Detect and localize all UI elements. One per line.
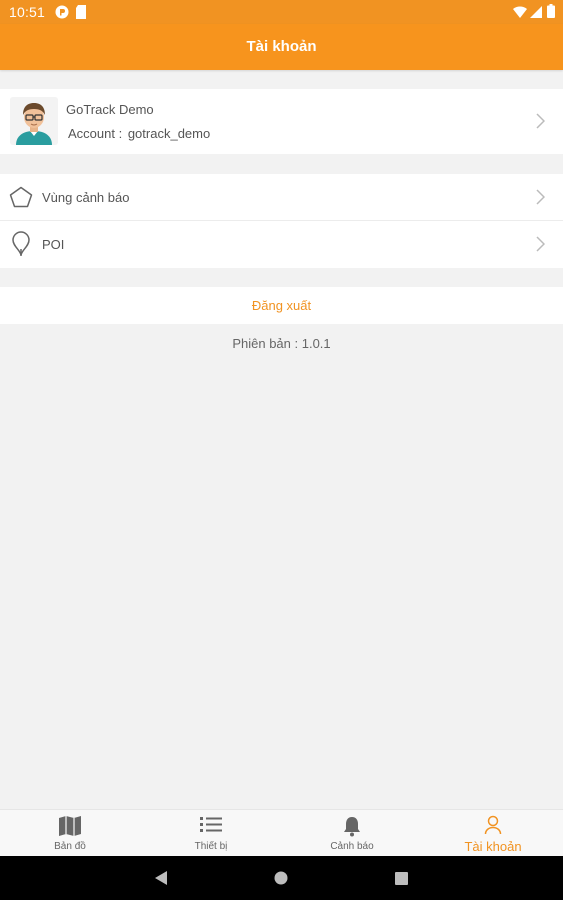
menu-item-label: Vùng cảnh báo [42,190,130,205]
battery-icon [547,4,555,21]
status-time: 10:51 [9,4,46,20]
sd-card-icon [75,5,87,22]
avatar [10,97,58,145]
list-icon [199,815,223,842]
cast-icon [55,5,69,22]
menu-item-alert-zone[interactable]: Vùng cảnh báo [0,174,563,221]
page-title: Tài khoản [246,38,317,55]
chevron-right-icon [535,189,546,205]
version-text: Phiên bản : 1.0.1 [232,336,331,351]
chevron-right-icon [535,236,546,252]
person-icon [484,815,502,840]
recents-icon[interactable] [395,872,408,890]
profile-account: Account : gotrack_demo [66,126,210,141]
tab-label: Thiết bị [194,841,228,852]
back-icon[interactable] [154,870,168,891]
tab-label: Cảnh báo [330,841,374,852]
status-bar: 10:51 [0,0,563,24]
bottom-tab-bar: Bản đồ Thiết bị Cảnh báo Tài khoản [0,809,563,856]
map-pin-icon [11,231,31,262]
profile-name: GoTrack Demo [66,102,154,117]
tab-alerts[interactable]: Cảnh báo [282,810,422,857]
map-icon [58,815,82,842]
system-nav-bar [0,856,563,900]
menu-card: Vùng cảnh báo POI [0,174,563,268]
pentagon-icon [9,186,33,213]
menu-item-poi[interactable]: POI [0,221,563,268]
tab-label: Tài khoản [464,839,522,854]
tab-account[interactable]: Tài khoản [423,810,563,857]
logout-button[interactable]: Đăng xuất [0,287,563,324]
account-value: gotrack_demo [127,126,211,141]
account-label: Account : [68,126,123,141]
wifi-icon [513,5,527,21]
tab-devices[interactable]: Thiết bị [141,810,281,857]
app-bar: Tài khoản [0,24,563,70]
menu-item-label: POI [42,237,65,252]
tab-label: Bản đồ [54,841,86,852]
tab-map[interactable]: Bản đồ [0,810,140,857]
home-icon[interactable] [274,871,288,890]
bell-icon [342,815,362,842]
signal-icon [530,5,542,21]
profile-card[interactable]: GoTrack Demo Account : gotrack_demo [0,89,563,154]
chevron-right-icon [535,113,546,129]
